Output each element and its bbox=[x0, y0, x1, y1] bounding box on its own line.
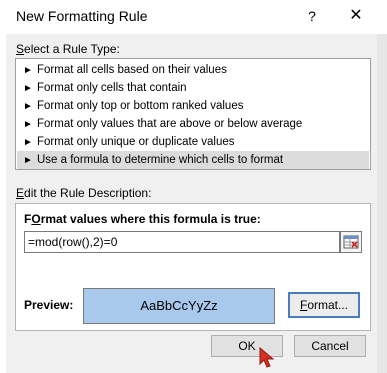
rule-type-item[interactable]: ► Format all cells based on their values bbox=[17, 61, 369, 79]
item-arrow-icon: ► bbox=[23, 101, 33, 112]
rule-type-label: Select a Rule Type: bbox=[16, 42, 120, 56]
preview-label: Preview: bbox=[24, 298, 74, 312]
item-arrow-icon: ► bbox=[23, 83, 33, 94]
preview-sample: AaBbCcYyZz bbox=[83, 288, 275, 324]
item-arrow-icon: ► bbox=[23, 65, 33, 76]
item-arrow-icon: ► bbox=[23, 155, 33, 166]
item-arrow-icon: ► bbox=[23, 119, 33, 130]
close-button[interactable]: ✕ bbox=[342, 4, 370, 28]
cancel-button[interactable]: Cancel bbox=[294, 335, 366, 357]
rule-type-item[interactable]: ► Format only cells that contain bbox=[17, 79, 369, 97]
rule-type-item[interactable]: ► Format only unique or duplicate values bbox=[17, 133, 369, 151]
rule-description-panel: FOrmat values where this formula is true… bbox=[15, 203, 371, 331]
formula-input[interactable]: =mod(row(),2)=0 bbox=[24, 231, 340, 253]
rule-type-list[interactable]: ► Format all cells based on their values … bbox=[15, 58, 371, 170]
window-edge bbox=[377, 34, 387, 373]
rule-description-label: Edit the Rule Description: bbox=[16, 186, 152, 200]
rule-type-item[interactable]: ► Format only values that are above or be… bbox=[17, 115, 369, 133]
window-title: New Formatting Rule bbox=[16, 8, 148, 24]
range-selector-icon[interactable] bbox=[340, 231, 362, 253]
item-arrow-icon: ► bbox=[23, 137, 33, 148]
formula-heading: FOrmat values where this formula is true… bbox=[24, 212, 261, 226]
mouse-pointer-icon bbox=[258, 346, 280, 372]
rule-type-item[interactable]: ► Format only top or bottom ranked values bbox=[17, 97, 369, 115]
help-button[interactable]: ? bbox=[298, 4, 326, 28]
format-button[interactable]: Format... bbox=[288, 292, 360, 318]
rule-type-item-selected[interactable]: ► Use a formula to determine which cells … bbox=[17, 151, 369, 169]
title-bar: New Formatting Rule ? ✕ bbox=[0, 0, 387, 34]
